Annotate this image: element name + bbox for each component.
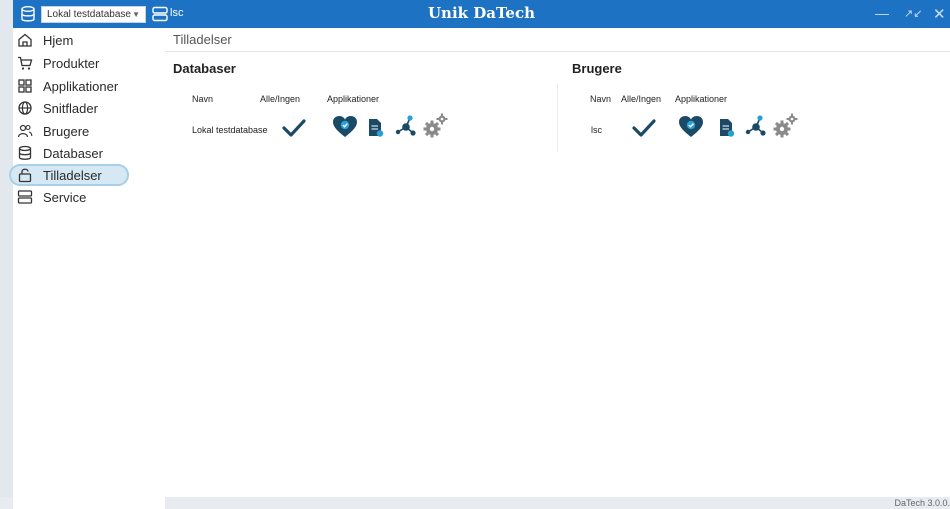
database-icon — [18, 145, 32, 160]
status-bar: DaTech 3.0.0. — [165, 497, 950, 509]
users-icon — [17, 124, 33, 138]
sidebar-item-label: Produkter — [43, 55, 100, 71]
sidebar-item-brugere[interactable]: Brugere — [17, 120, 157, 142]
globe-icon — [18, 101, 32, 115]
sidebar-item-label: Databaser — [43, 145, 103, 161]
check-all-icon[interactable] — [282, 118, 306, 138]
databases-row-name: Lokal testdatabase — [192, 125, 268, 135]
check-all-icon[interactable] — [632, 118, 656, 138]
title-bar: Lokal testdatabase ▼ lsc Unik DaTech — ↗… — [13, 0, 950, 28]
users-row-name: lsc — [591, 125, 602, 135]
sidebar: Hjem Produkter Applikationer Snitflader … — [9, 28, 165, 497]
server-icon — [17, 190, 33, 204]
app-window: Lokal testdatabase ▼ lsc Unik DaTech — ↗… — [9, 0, 950, 509]
sidebar-item-label: Applikationer — [43, 78, 119, 94]
sidebar-item-databaser[interactable]: Databaser — [17, 142, 157, 164]
databases-section-title: Databaser — [173, 61, 236, 76]
users-col-all: Alle/Ingen — [621, 94, 662, 104]
sidebar-item-label: Brugere — [43, 123, 90, 139]
sidebar-item-label: Hjem — [43, 32, 74, 48]
desktop-background — [0, 0, 13, 509]
databases-col-all: Alle/Ingen — [260, 94, 301, 104]
minimize-button[interactable]: — — [875, 5, 889, 21]
document-icon[interactable] — [719, 118, 735, 138]
databases-col-name: Navn — [192, 94, 214, 104]
sidebar-item-produkter[interactable]: Produkter — [17, 52, 157, 74]
users-col-name: Navn — [590, 94, 612, 104]
databases-col-apps: Applikationer — [327, 94, 380, 104]
app-title: Unik DaTech — [427, 4, 536, 22]
sidebar-item-label: Service — [43, 189, 87, 205]
users-col-apps: Applikationer — [675, 94, 728, 104]
version-label: DaTech 3.0.0. — [894, 498, 950, 508]
sidebar-item-label: Snitflader — [43, 100, 98, 116]
restore-button[interactable]: ↗↙ — [904, 7, 922, 20]
sidebar-item-label: Tilladelser — [43, 167, 102, 183]
sidebar-item-service[interactable]: Service — [17, 186, 157, 208]
sidebar-item-hjem[interactable]: Hjem — [17, 29, 157, 51]
sidebar-item-tilladelser[interactable]: Tilladelser — [9, 164, 129, 186]
heart-shield-icon[interactable] — [332, 115, 358, 139]
gears-icon[interactable] — [421, 112, 449, 140]
cart-icon — [18, 56, 33, 70]
sidebar-item-snitflader[interactable]: Snitflader — [17, 97, 157, 119]
close-button[interactable]: ✕ — [933, 5, 946, 23]
users-section-title: Brugere — [572, 61, 622, 76]
breadcrumb: Tilladelser — [165, 28, 950, 52]
apps-grid-icon — [18, 79, 32, 93]
gears-icon[interactable] — [771, 112, 799, 140]
home-icon — [18, 33, 32, 47]
network-nodes-icon[interactable] — [393, 114, 417, 138]
main-content: Tilladelser Databaser Navn Alle/Ingen Ap… — [165, 28, 950, 497]
sidebar-item-applikationer[interactable]: Applikationer — [17, 75, 157, 97]
heart-shield-icon[interactable] — [678, 115, 704, 139]
section-divider — [557, 84, 558, 152]
network-nodes-icon[interactable] — [743, 114, 767, 138]
lock-icon — [18, 168, 32, 183]
document-icon[interactable] — [368, 118, 384, 138]
